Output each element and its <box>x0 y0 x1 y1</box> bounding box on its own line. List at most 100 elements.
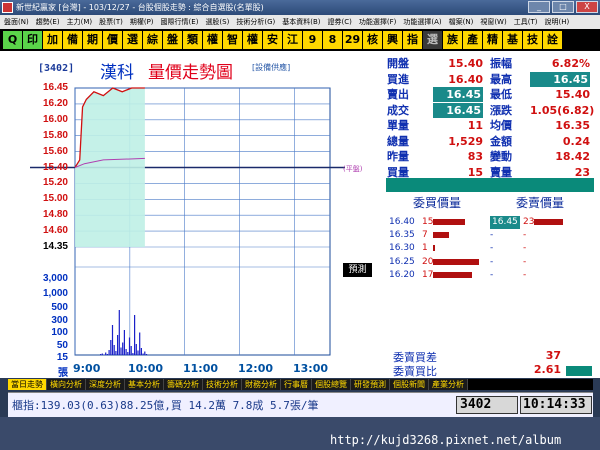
tab-0[interactable]: 當日走勢 <box>8 379 47 390</box>
maximize-button[interactable]: □ <box>552 1 574 13</box>
quote-label: 成交 <box>387 103 409 117</box>
close-button[interactable]: X <box>576 1 598 13</box>
time-tick-label: 13:00 <box>293 362 329 375</box>
menu-item[interactable]: 視窗(W) <box>480 18 506 26</box>
price-tick-label: 16.00 <box>42 113 68 125</box>
toolbar-button[interactable]: 29 <box>343 31 362 49</box>
toolbar-button[interactable]: 選 <box>423 31 442 49</box>
tab-11[interactable]: 產業分析 <box>429 379 468 390</box>
toolbar-button[interactable]: 選 <box>123 31 142 49</box>
ratio-bar <box>566 366 592 376</box>
toolbar-button[interactable]: 指 <box>403 31 422 49</box>
menu-item[interactable]: 趨勢(E) <box>36 18 60 26</box>
toolbar-button[interactable]: 類 <box>183 31 202 49</box>
sell-order-row: -- <box>490 242 590 255</box>
menu-item[interactable]: 國際行情(E) <box>161 18 199 26</box>
time-tick-label: 11:00 <box>183 362 219 375</box>
menu-item[interactable]: 選股(S) <box>205 18 229 26</box>
tab-10[interactable]: 個股新聞 <box>390 379 429 390</box>
toolbar-button[interactable]: 安 <box>263 31 282 49</box>
order-qty: 17 <box>422 269 434 280</box>
buy-order-row: 16.30 1 <box>389 242 487 255</box>
quote-label: 賣出 <box>387 88 409 101</box>
tab-8[interactable]: 個股總覽 <box>312 379 351 390</box>
buy-order-row: 16.20 17 <box>389 269 487 282</box>
toolbar-button[interactable]: 價 <box>103 31 122 49</box>
menu-item[interactable]: 檔案(N) <box>449 18 474 26</box>
volume-bar <box>137 350 139 355</box>
menu-item[interactable]: 工具(T) <box>514 18 538 26</box>
volume-bar <box>135 344 137 355</box>
menu-item[interactable]: 期權(P) <box>130 18 154 26</box>
toolbar-button[interactable]: 族 <box>443 31 462 49</box>
toolbar-button[interactable]: 技 <box>523 31 542 49</box>
menu-item[interactable]: 技術分析(G) <box>236 18 275 26</box>
toolbar-button[interactable]: 權 <box>203 31 222 49</box>
toolbar-button[interactable]: 綜 <box>143 31 162 49</box>
toolbar-button[interactable]: 8 <box>323 31 342 49</box>
buy-order-row: 16.40 15 <box>389 216 487 229</box>
volume-bar <box>118 310 120 355</box>
quote-value: 18.42 <box>555 150 590 163</box>
toolbar-button[interactable]: 權 <box>243 31 262 49</box>
volume-bar <box>108 350 110 355</box>
minimize-button[interactable]: _ <box>528 1 550 13</box>
toolbar-button[interactable]: 精 <box>483 31 502 49</box>
volume-tick-label: 500 <box>51 302 68 313</box>
order-price: 16.20 <box>389 269 415 280</box>
industry-note: [設備供應] <box>252 63 291 72</box>
toolbar-button[interactable]: 期 <box>83 31 102 49</box>
toolbar-button[interactable]: 加 <box>43 31 62 49</box>
toolbar-button[interactable]: Q <box>3 31 22 49</box>
menu-item[interactable]: 功能選擇(F) <box>359 18 397 26</box>
volume-bar <box>127 352 129 355</box>
volume-bar <box>101 353 103 355</box>
toolbar-button[interactable]: 盤 <box>163 31 182 49</box>
order-price: 16.25 <box>389 256 415 267</box>
toolbar-button[interactable]: 江 <box>283 31 302 49</box>
toolbar-button[interactable]: 興 <box>383 31 402 49</box>
tab-1[interactable]: 橫向分析 <box>47 379 86 390</box>
quote-row: 賣出 16.45 最低 15.40 <box>387 87 592 102</box>
price-tick-label: 15.20 <box>42 177 68 189</box>
chart-title: 量價走勢圖 <box>148 63 233 83</box>
order-qty: 1 <box>422 243 428 254</box>
tab-9[interactable]: 研發預測 <box>351 379 390 390</box>
volume-bar <box>110 340 112 355</box>
price-tick-label: 15.40 <box>42 161 68 173</box>
tab-5[interactable]: 技術分析 <box>203 379 242 390</box>
menu-item[interactable]: 說明(H) <box>544 18 569 26</box>
menu-item[interactable]: 盤面(N) <box>4 18 29 26</box>
menu-item[interactable]: 股票(T) <box>99 18 123 26</box>
toolbar-button[interactable]: 基 <box>503 31 522 49</box>
volume-bar <box>130 346 132 355</box>
order-qty: - <box>523 269 527 280</box>
window-title: 新世紀贏家 [台灣] - 103/12/27 - 台股個股走勢 : 綜合自選股(… <box>16 3 264 12</box>
status-stock-code[interactable]: 3402 <box>456 396 518 414</box>
toolbar-button[interactable]: 備 <box>63 31 82 49</box>
tab-6[interactable]: 財務分析 <box>242 379 281 390</box>
price-area <box>75 88 145 247</box>
quote-value: 16.40 <box>448 72 483 86</box>
toolbar-button[interactable]: 智 <box>223 31 242 49</box>
forecast-button[interactable]: 預測 <box>343 263 372 277</box>
toolbar-button[interactable]: 9 <box>303 31 322 49</box>
toolbar-button[interactable]: 印 <box>23 31 42 49</box>
quote-value: 16.45 <box>433 87 483 102</box>
tab-7[interactable]: 行事曆 <box>281 379 312 390</box>
status-bar: 櫃指:139.03(0.63)88.25億,買 14.2萬 7.8成 5.7張/… <box>8 392 593 417</box>
menu-item[interactable]: 功能選擇(A) <box>403 18 441 26</box>
toolbar-button[interactable]: 詮 <box>543 31 562 49</box>
toolbar-button[interactable]: 產 <box>463 31 482 49</box>
quote-label: 振幅 <box>490 57 512 70</box>
tab-2[interactable]: 深度分析 <box>86 379 125 390</box>
tab-4[interactable]: 籌碼分析 <box>164 379 203 390</box>
tab-3[interactable]: 基本分析 <box>125 379 164 390</box>
menu-item[interactable]: 基本資料(B) <box>282 18 320 26</box>
toolbar-button[interactable]: 核 <box>363 31 382 49</box>
order-price: 16.45 <box>490 216 520 229</box>
menu-item[interactable]: 證券(C) <box>328 18 352 26</box>
quote-value: 6.82% <box>551 57 590 70</box>
menu-item[interactable]: 主力(M) <box>67 18 93 26</box>
volume-bar <box>122 342 124 355</box>
